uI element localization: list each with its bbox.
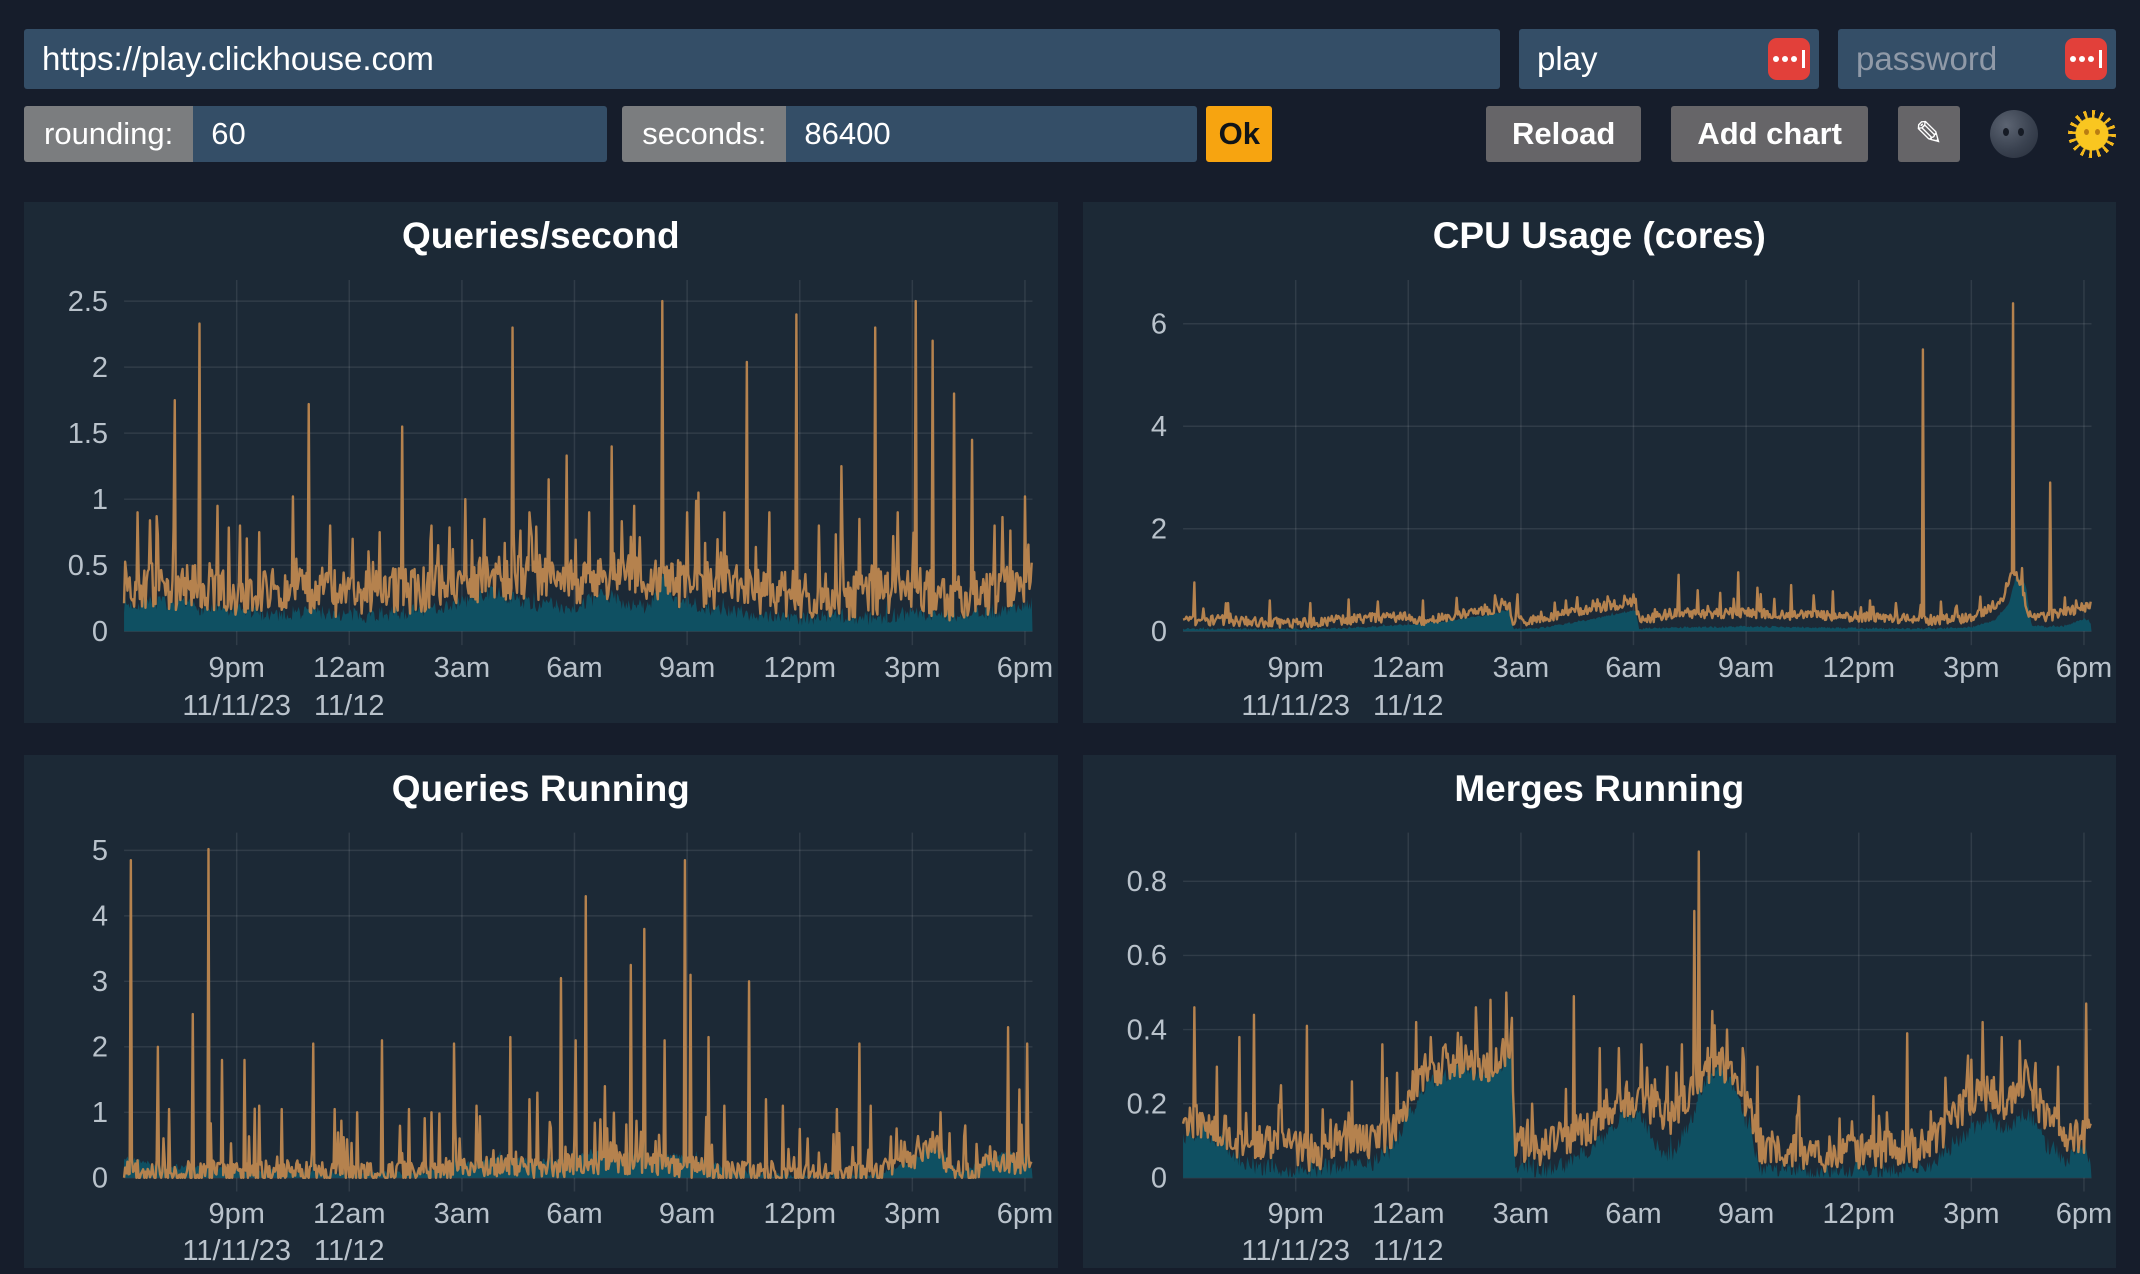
x-tick-label: 3pm bbox=[884, 1198, 940, 1230]
x-tick-label: 12am bbox=[313, 1198, 386, 1230]
y-tick-label: 5 bbox=[92, 835, 108, 867]
chart-panel-queries-running: Queries Running 0 1 2 3 4 5 9pm 11/11/23 12am 11/… bbox=[24, 755, 1058, 1268]
chart-panel-cpu-usage: CPU Usage (cores) 0 2 4 6 9pm 11/11/23 12am 11/… bbox=[1083, 202, 2117, 723]
x-tick-label: 12pm bbox=[1822, 1198, 1895, 1230]
x-tick-label: 9pm bbox=[208, 652, 264, 684]
x-tick-label: 9am bbox=[659, 652, 715, 684]
x-tick-label: 6pm bbox=[2055, 652, 2111, 684]
x-tick-label: 6am bbox=[546, 652, 602, 684]
chart-canvas-merges-running[interactable]: 0 0.2 0.4 0.6 0.8 9pm 11/11/23 12am 11/12 3am 6am 9… bbox=[1083, 817, 2117, 1268]
x-tick-label: 9am bbox=[1717, 652, 1773, 684]
x-date-label: 11/11/23 bbox=[1241, 690, 1350, 722]
connection-bar bbox=[24, 29, 2116, 89]
x-date-label: 11/12 bbox=[1373, 1235, 1443, 1267]
rounding-input[interactable] bbox=[193, 106, 607, 162]
x-tick-label: 9pm bbox=[1267, 652, 1323, 684]
y-tick-label: 3 bbox=[92, 966, 108, 998]
y-tick-label: 0.2 bbox=[1126, 1089, 1166, 1121]
x-tick-label: 6pm bbox=[997, 1198, 1053, 1230]
reload-button[interactable]: Reload bbox=[1486, 106, 1641, 162]
x-tick-label: 3am bbox=[434, 1198, 490, 1230]
x-tick-label: 9pm bbox=[1267, 1198, 1323, 1230]
dashboard-page: rounding: seconds: Ok Reload Add chart ✎… bbox=[0, 0, 2140, 1268]
y-tick-label: 4 bbox=[1150, 411, 1166, 443]
y-tick-label: 2 bbox=[92, 352, 108, 384]
y-tick-label: 2 bbox=[1150, 514, 1166, 546]
x-date-label: 11/12 bbox=[314, 1235, 384, 1267]
x-tick-label: 6pm bbox=[2055, 1198, 2111, 1230]
x-date-label: 11/12 bbox=[314, 690, 384, 722]
line-series bbox=[124, 301, 1032, 620]
y-tick-label: 0.8 bbox=[1126, 866, 1166, 898]
x-tick-label: 12am bbox=[313, 652, 386, 684]
password-manager-icon[interactable] bbox=[2065, 38, 2107, 80]
x-tick-label: 12am bbox=[1371, 1198, 1444, 1230]
add-chart-button[interactable]: Add chart bbox=[1671, 106, 1868, 162]
url-input[interactable] bbox=[24, 29, 1500, 89]
y-tick-label: 0.5 bbox=[68, 550, 108, 582]
y-tick-label: 0 bbox=[1150, 616, 1166, 648]
chart-panel-merges-running: Merges Running 0 0.2 0.4 0.6 0.8 9pm 11/11/23 1… bbox=[1083, 755, 2117, 1268]
sun-face-icon[interactable] bbox=[2068, 110, 2116, 158]
x-date-label: 11/12 bbox=[1373, 690, 1443, 722]
x-tick-label: 9am bbox=[1717, 1198, 1773, 1230]
y-tick-label: 2.5 bbox=[68, 286, 108, 318]
x-tick-label: 6pm bbox=[997, 652, 1053, 684]
password-field-wrap bbox=[1838, 29, 2116, 89]
x-date-label: 11/11/23 bbox=[182, 1235, 291, 1267]
actions-cluster: Reload Add chart ✎ bbox=[1486, 106, 2116, 162]
x-tick-label: 3am bbox=[1492, 652, 1548, 684]
seconds-label: seconds: bbox=[622, 106, 786, 162]
chart-title: Queries Running bbox=[24, 755, 1058, 817]
y-tick-label: 2 bbox=[92, 1032, 108, 1064]
chart-title: Merges Running bbox=[1083, 755, 2117, 817]
x-tick-label: 12pm bbox=[763, 652, 836, 684]
x-tick-label: 3am bbox=[1492, 1198, 1548, 1230]
y-tick-label: 0 bbox=[92, 1163, 108, 1195]
x-tick-label: 9pm bbox=[208, 1198, 264, 1230]
x-tick-label: 12pm bbox=[1822, 652, 1895, 684]
password-manager-icon[interactable] bbox=[1768, 38, 1810, 80]
moon-face-icon[interactable] bbox=[1990, 110, 2038, 158]
user-field-wrap bbox=[1519, 29, 1819, 89]
chart-canvas-cpu-usage[interactable]: 0 2 4 6 9pm 11/11/23 12am 11/12 3am 6am 9am 12pm 3pm… bbox=[1083, 264, 2117, 723]
x-date-label: 11/11/23 bbox=[182, 690, 291, 722]
x-tick-label: 3pm bbox=[884, 652, 940, 684]
x-tick-label: 6am bbox=[546, 1198, 602, 1230]
chart-canvas-queries-running[interactable]: 0 1 2 3 4 5 9pm 11/11/23 12am 11/12 3am 6am 9am 12pm 3… bbox=[24, 817, 1058, 1268]
chart-title: Queries/second bbox=[24, 202, 1058, 264]
y-tick-label: 4 bbox=[92, 901, 108, 933]
x-tick-label: 6am bbox=[1605, 652, 1661, 684]
rounding-label: rounding: bbox=[24, 106, 193, 162]
y-tick-label: 1 bbox=[92, 484, 108, 516]
seconds-input[interactable] bbox=[786, 106, 1197, 162]
controls-bar: rounding: seconds: Ok Reload Add chart ✎ bbox=[24, 106, 2116, 162]
x-date-label: 11/11/23 bbox=[1241, 1235, 1350, 1267]
y-tick-label: 1.5 bbox=[68, 418, 108, 450]
x-tick-label: 12pm bbox=[763, 1198, 836, 1230]
edit-pencil-icon[interactable]: ✎ bbox=[1898, 106, 1960, 162]
chart-panel-queries-per-second: Queries/second 0 0.5 1 1.5 2 2.5 9pm 11/11/23 12… bbox=[24, 202, 1058, 723]
chart-canvas-queries-per-second[interactable]: 0 0.5 1 1.5 2 2.5 9pm 11/11/23 12am 11/12 3am 6am 9a… bbox=[24, 264, 1058, 723]
y-tick-label: 0.4 bbox=[1126, 1015, 1166, 1047]
x-tick-label: 12am bbox=[1371, 652, 1444, 684]
ok-button[interactable]: Ok bbox=[1206, 106, 1272, 162]
y-tick-label: 0 bbox=[92, 616, 108, 648]
line-series bbox=[124, 849, 1032, 1178]
line-series bbox=[1183, 303, 2091, 627]
y-tick-label: 0 bbox=[1150, 1163, 1166, 1195]
x-tick-label: 9am bbox=[659, 1198, 715, 1230]
x-tick-label: 6am bbox=[1605, 1198, 1661, 1230]
y-tick-label: 6 bbox=[1150, 309, 1166, 341]
y-tick-label: 1 bbox=[92, 1097, 108, 1129]
x-tick-label: 3pm bbox=[1943, 652, 1999, 684]
charts-grid: Queries/second 00.511.522.59pm11/11/2312… bbox=[24, 202, 2116, 1268]
chart-title: CPU Usage (cores) bbox=[1083, 202, 2117, 264]
x-tick-label: 3pm bbox=[1943, 1198, 1999, 1230]
y-tick-label: 0.6 bbox=[1126, 940, 1166, 972]
x-tick-label: 3am bbox=[434, 652, 490, 684]
